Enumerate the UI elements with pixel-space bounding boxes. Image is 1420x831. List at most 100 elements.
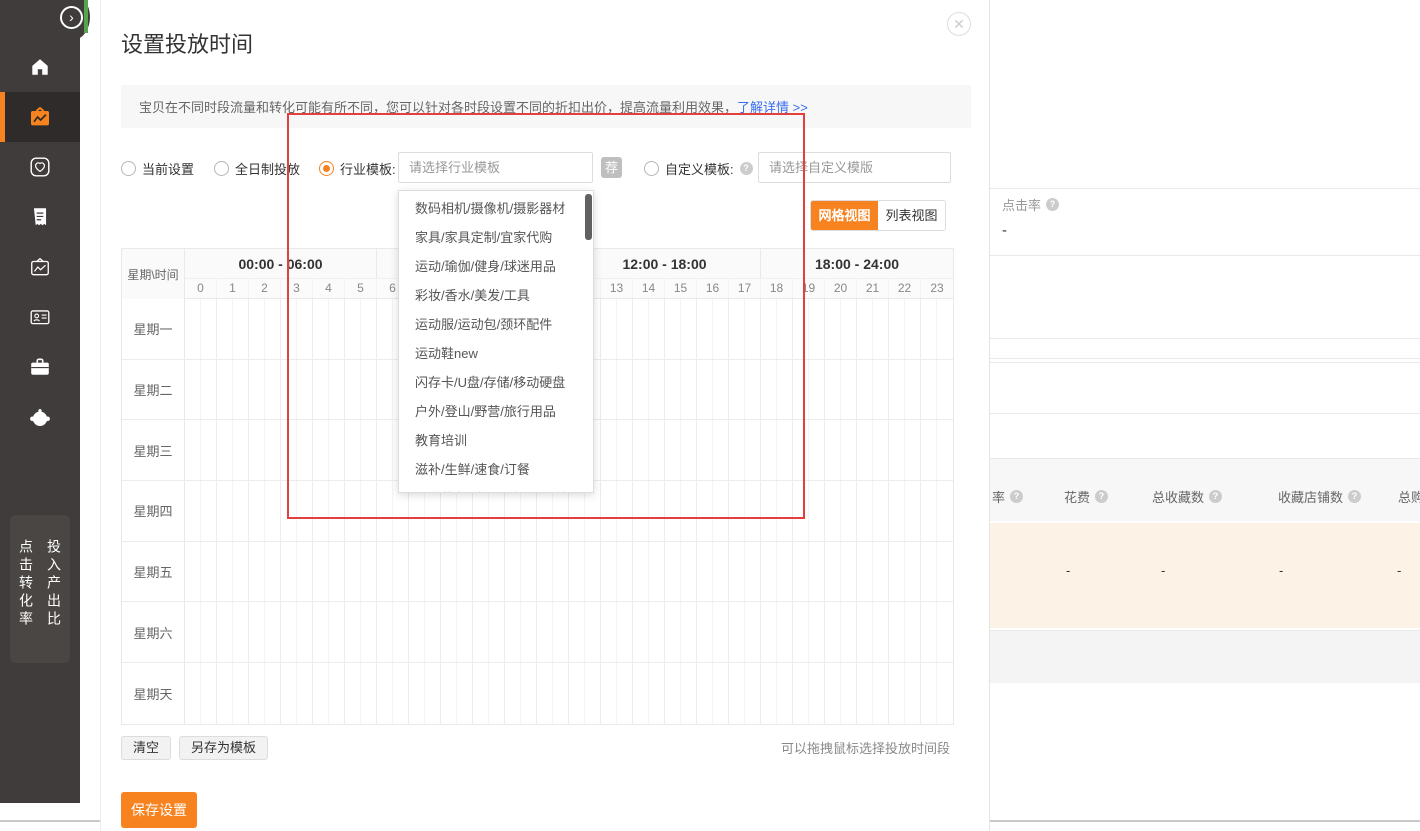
time-slot[interactable]	[185, 299, 217, 359]
time-slot[interactable]	[921, 602, 953, 662]
time-slot[interactable]	[473, 602, 505, 662]
time-slot[interactable]	[601, 542, 633, 602]
time-slot[interactable]	[217, 481, 249, 541]
time-slot[interactable]	[921, 299, 953, 359]
time-slot[interactable]	[345, 481, 377, 541]
time-slot[interactable]	[249, 360, 281, 420]
dropdown-item[interactable]: 家具/家具定制/宜家代购	[399, 223, 593, 252]
time-slot[interactable]	[825, 602, 857, 662]
time-slot[interactable]	[793, 663, 825, 724]
time-slot[interactable]	[281, 299, 313, 359]
time-slot[interactable]	[185, 420, 217, 480]
time-slot[interactable]	[761, 481, 793, 541]
time-slot[interactable]	[537, 542, 569, 602]
time-slot[interactable]	[825, 360, 857, 420]
time-slot[interactable]	[441, 542, 473, 602]
time-slot[interactable]	[921, 481, 953, 541]
time-slot[interactable]	[185, 481, 217, 541]
time-slot[interactable]	[185, 542, 217, 602]
time-slot[interactable]	[697, 602, 729, 662]
time-slot[interactable]	[921, 542, 953, 602]
sidebar-item-orders[interactable]	[0, 192, 80, 242]
dropdown-item[interactable]: 闪存卡/U盘/存储/移动硬盘	[399, 368, 593, 397]
time-slot[interactable]	[697, 360, 729, 420]
time-slot[interactable]	[601, 299, 633, 359]
time-slot[interactable]	[793, 360, 825, 420]
time-slot[interactable]	[665, 299, 697, 359]
sidebar-expand-button[interactable]: ›	[60, 6, 83, 29]
time-slot[interactable]	[633, 299, 665, 359]
help-icon[interactable]: ?	[1095, 490, 1108, 503]
time-slot[interactable]	[633, 420, 665, 480]
time-slot[interactable]	[313, 360, 345, 420]
dropdown-item[interactable]: 运动/瑜伽/健身/球迷用品	[399, 252, 593, 281]
time-slot[interactable]	[665, 542, 697, 602]
time-slot[interactable]	[665, 663, 697, 724]
grid-view-button[interactable]: 网格视图	[811, 201, 878, 230]
time-slot[interactable]	[825, 299, 857, 359]
time-slot[interactable]	[889, 360, 921, 420]
time-slot[interactable]	[825, 420, 857, 480]
time-slot[interactable]	[249, 420, 281, 480]
help-icon[interactable]: ?	[1010, 490, 1023, 503]
time-slot[interactable]	[729, 481, 761, 541]
time-slot[interactable]	[601, 663, 633, 724]
time-slot[interactable]	[377, 663, 409, 724]
time-slot[interactable]	[761, 602, 793, 662]
dropdown-item[interactable]: 网游装备/游戏币/帐号/代练	[399, 484, 593, 493]
dropdown-item[interactable]: 运动服/运动包/颈环配件	[399, 310, 593, 339]
time-slot[interactable]	[665, 420, 697, 480]
time-slot[interactable]	[729, 542, 761, 602]
time-slot[interactable]	[217, 299, 249, 359]
time-slot[interactable]	[505, 602, 537, 662]
time-slot[interactable]	[345, 299, 377, 359]
dropdown-item[interactable]: 户外/登山/野营/旅行用品	[399, 397, 593, 426]
time-slot[interactable]	[217, 602, 249, 662]
help-icon[interactable]: ?	[1046, 198, 1059, 211]
time-slot[interactable]	[217, 360, 249, 420]
time-slot[interactable]	[921, 420, 953, 480]
time-slot[interactable]	[281, 481, 313, 541]
time-slot[interactable]	[313, 420, 345, 480]
help-icon[interactable]: ?	[740, 162, 753, 175]
time-slot[interactable]	[313, 663, 345, 724]
time-slot[interactable]	[569, 602, 601, 662]
custom-template-input[interactable]	[758, 152, 951, 183]
industry-template-input[interactable]	[398, 152, 593, 183]
time-slot[interactable]	[761, 663, 793, 724]
time-slot[interactable]	[793, 602, 825, 662]
time-slot[interactable]	[697, 481, 729, 541]
time-slot[interactable]	[889, 602, 921, 662]
time-slot[interactable]	[825, 663, 857, 724]
sidebar-item-home[interactable]	[0, 42, 80, 92]
time-slot[interactable]	[505, 542, 537, 602]
time-slot[interactable]	[377, 542, 409, 602]
time-slot[interactable]	[217, 420, 249, 480]
dropdown-item[interactable]: 教育培训	[399, 426, 593, 455]
time-slot[interactable]	[441, 602, 473, 662]
help-icon[interactable]: ?	[1209, 490, 1222, 503]
time-slot[interactable]	[729, 420, 761, 480]
time-slot[interactable]	[857, 299, 889, 359]
time-slot[interactable]	[569, 663, 601, 724]
time-slot[interactable]	[601, 420, 633, 480]
radio-industry-template[interactable]: 行业模板:	[319, 152, 396, 184]
time-slot[interactable]	[761, 542, 793, 602]
time-slot[interactable]	[409, 663, 441, 724]
time-slot[interactable]	[249, 481, 281, 541]
time-slot[interactable]	[281, 360, 313, 420]
time-slot[interactable]	[889, 542, 921, 602]
time-slot[interactable]	[281, 602, 313, 662]
time-slot[interactable]	[249, 542, 281, 602]
radio-custom-template[interactable]: 自定义模板: ?	[644, 152, 753, 184]
radio-all-day[interactable]: 全日制投放	[214, 152, 300, 184]
time-slot[interactable]	[313, 299, 345, 359]
time-slot[interactable]	[633, 360, 665, 420]
time-slot[interactable]	[921, 360, 953, 420]
time-slot[interactable]	[409, 542, 441, 602]
time-slot[interactable]	[697, 420, 729, 480]
sidebar-item-contacts[interactable]	[0, 292, 80, 342]
time-slot[interactable]	[185, 663, 217, 724]
time-slot[interactable]	[697, 542, 729, 602]
time-slot[interactable]	[857, 420, 889, 480]
